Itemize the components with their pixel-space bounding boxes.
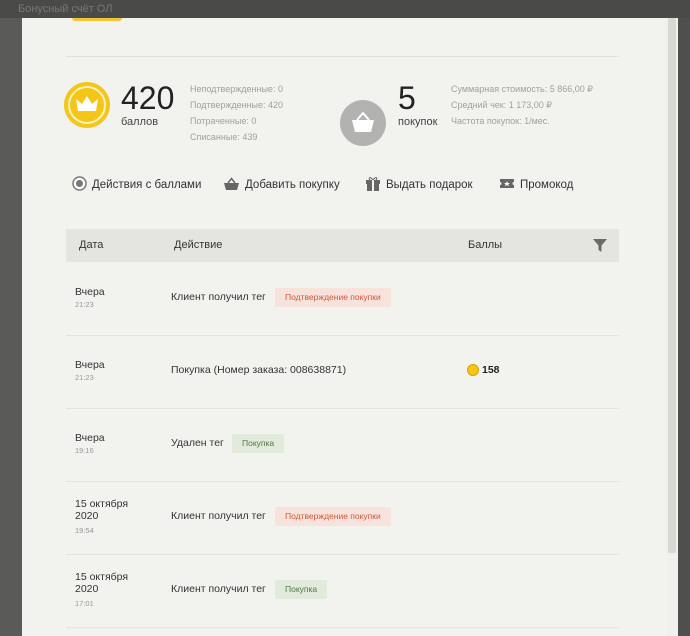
gift-icon xyxy=(365,176,381,194)
tag-badge: Покупка xyxy=(275,580,328,599)
stat-written-off: Списанные: 439 xyxy=(190,132,258,142)
promo-code-button[interactable]: Промокод xyxy=(499,175,573,195)
divider xyxy=(66,56,619,57)
tag-badge: Подтверждение покупки xyxy=(275,288,391,307)
row-date: 15 октября 2020 xyxy=(75,498,128,522)
stat-unconfirmed: Неподтвержденные: 0 xyxy=(190,84,283,94)
points-actions-label: Действия с баллами xyxy=(92,179,202,191)
row-date: 15 октября 2020 xyxy=(75,571,128,595)
promo-code-label: Промокод xyxy=(520,179,574,191)
give-gift-label: Выдать подарок xyxy=(386,179,473,191)
row-points: 158 xyxy=(482,364,500,376)
row-time: 17:01 xyxy=(75,599,94,608)
row-date: Вчера xyxy=(75,359,105,371)
row-action: Клиент получил тег xyxy=(171,510,266,522)
points-actions-button[interactable]: Действия с баллами xyxy=(72,175,201,195)
row-date-year: 2020 xyxy=(75,583,99,595)
basket-icon xyxy=(223,176,240,194)
purchase-details: Суммарная стоимость: 5 866,00 ₽ Средний … xyxy=(451,81,593,129)
column-action: Действие xyxy=(174,239,223,251)
row-time: 19:54 xyxy=(75,526,94,535)
crown-icon xyxy=(64,82,110,128)
ticket-icon xyxy=(499,177,515,193)
points-value: 420 xyxy=(121,80,175,116)
column-date: Дата xyxy=(79,239,104,251)
row-time: 21:23 xyxy=(75,373,94,382)
table-row: Вчера 21:23 Покупка (Номер заказа: 00863… xyxy=(66,335,619,409)
row-date: Вчера xyxy=(75,432,105,444)
backdrop-title: Бонусный счёт ОЛ xyxy=(0,0,690,18)
row-date: Вчера xyxy=(75,286,105,298)
stat-spent: Потраченные: 0 xyxy=(190,116,257,126)
row-date-day: 15 октября xyxy=(75,498,129,510)
tag-badge: Покупка xyxy=(232,434,285,453)
row-date-year: 2020 xyxy=(75,510,99,522)
points-details: Неподтвержденные: 0 Подтвержденные: 420 … xyxy=(190,81,283,145)
coin-icon xyxy=(72,176,87,194)
tag-badge: Подтверждение покупки xyxy=(275,507,391,526)
table-row: 15 октября 2020 17:01 Клиент получил тег… xyxy=(66,554,619,628)
row-time: 21:23 xyxy=(75,300,94,309)
table-row: Вчера 19:16 Удален тег Покупка xyxy=(66,408,619,482)
row-action: Удален тег xyxy=(171,437,224,449)
add-purchase-label: Добавить покупку xyxy=(245,179,340,191)
add-purchase-button[interactable]: Добавить покупку xyxy=(223,175,340,195)
column-points: Баллы xyxy=(468,239,503,251)
table-row: 15 октября 2020 19:54 Клиент получил тег… xyxy=(66,481,619,555)
points-label: баллов xyxy=(121,116,159,128)
row-action: Клиент получил тег xyxy=(171,291,266,303)
history-table-header: Дата Действие Баллы xyxy=(66,229,619,262)
purchases-value: 5 xyxy=(398,80,416,116)
row-date-day: 15 октября xyxy=(75,571,129,583)
stat-frequency: Частота покупок: 1/мес. xyxy=(451,116,550,126)
stat-average-check: Средний чек: 1 173,00 ₽ xyxy=(451,100,552,110)
backdrop-right xyxy=(678,18,690,636)
row-action: Клиент получил тег xyxy=(171,583,266,595)
basket-icon xyxy=(340,100,386,146)
row-time: 19:16 xyxy=(75,446,94,455)
table-row: Вчера 21:23 Клиент получил тег Подтвержд… xyxy=(66,262,619,336)
give-gift-button[interactable]: Выдать подарок xyxy=(365,175,473,195)
purchases-label: покупок xyxy=(398,116,438,128)
stat-total-cost: Суммарная стоимость: 5 866,00 ₽ xyxy=(451,84,593,94)
coin-icon xyxy=(467,364,479,376)
top-tab-indicator xyxy=(72,18,122,21)
stat-confirmed: Подтвержденные: 420 xyxy=(190,100,284,110)
filter-icon[interactable] xyxy=(592,238,608,253)
row-action: Покупка (Номер заказа: 008638871) xyxy=(171,364,347,376)
customer-modal: 420 баллов Неподтвержденные: 0 Подтвержд… xyxy=(22,18,666,636)
scrollbar-thumb[interactable] xyxy=(668,18,676,553)
